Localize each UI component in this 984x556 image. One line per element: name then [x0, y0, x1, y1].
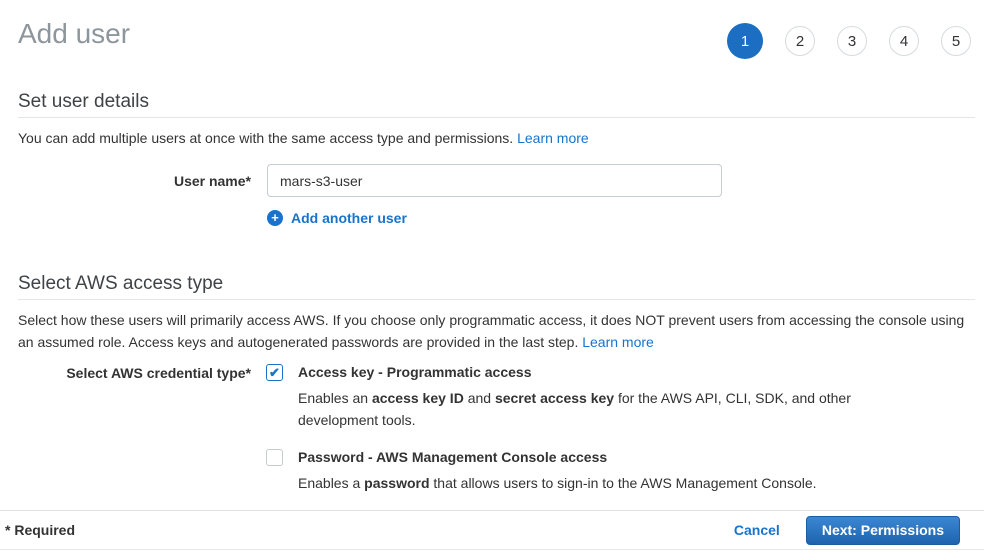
page-title: Add user: [18, 18, 130, 50]
password-option-title: Password - AWS Management Console access: [298, 449, 817, 466]
cancel-button[interactable]: Cancel: [734, 522, 780, 538]
plus-icon: +: [267, 210, 283, 226]
user-details-description: You can add multiple users at once with …: [18, 127, 975, 149]
desc-bold: password: [364, 475, 429, 491]
access-key-option-title: Access key - Programmatic access: [298, 364, 868, 381]
step-indicator-2: 2: [785, 26, 815, 56]
username-row: User name*: [18, 164, 975, 197]
section-divider: [18, 117, 975, 118]
desc-bold: secret access key: [495, 390, 614, 406]
select-access-type-section: Select AWS access type Select how these …: [18, 272, 975, 494]
learn-more-link-access-type[interactable]: Learn more: [582, 334, 654, 350]
required-note: * Required: [5, 522, 734, 538]
access-key-option-description: Enables an access key ID and secret acce…: [298, 387, 868, 431]
access-key-checkbox[interactable]: ✔: [266, 364, 283, 381]
desc-text: Enables an: [298, 390, 372, 406]
credential-type-row: Select AWS credential type* ✔ Access key…: [18, 364, 975, 494]
add-another-user-button[interactable]: + Add another user: [267, 210, 407, 226]
section-divider: [18, 299, 975, 300]
username-label: User name*: [18, 164, 251, 189]
desc-text: Enables a: [298, 475, 364, 491]
desc-text: that allows users to sign-in to the AWS …: [430, 475, 817, 491]
desc-bold: access key ID: [372, 390, 464, 406]
step-indicator-4: 4: [889, 26, 919, 56]
learn-more-link-user-details[interactable]: Learn more: [517, 130, 589, 146]
password-option-body: Password - AWS Management Console access…: [298, 449, 817, 494]
step-indicator-5: 5: [941, 26, 971, 56]
step-indicator-3: 3: [837, 26, 867, 56]
desc-text: and: [464, 390, 495, 406]
access-type-description: Select how these users will primarily ac…: [18, 309, 975, 353]
user-details-description-text: You can add multiple users at once with …: [18, 130, 513, 146]
password-option: Password - AWS Management Console access…: [251, 449, 868, 494]
password-option-description: Enables a password that allows users to …: [298, 472, 817, 494]
username-input[interactable]: [267, 164, 722, 197]
checkmark-icon: ✔: [269, 366, 280, 379]
step-indicator-1: 1: [727, 23, 763, 59]
section-heading-user-details: Set user details: [18, 90, 975, 113]
wizard-footer: * Required Cancel Next: Permissions: [0, 510, 984, 550]
access-key-option: ✔ Access key - Programmatic access Enabl…: [251, 364, 868, 431]
access-key-option-body: Access key - Programmatic access Enables…: [298, 364, 868, 431]
next-permissions-button[interactable]: Next: Permissions: [806, 516, 960, 545]
password-checkbox[interactable]: [266, 449, 283, 466]
credential-type-label: Select AWS credential type*: [18, 364, 251, 381]
section-heading-access-type: Select AWS access type: [18, 272, 975, 295]
set-user-details-section: Set user details You can add multiple us…: [18, 90, 975, 227]
wizard-steps: 1 2 3 4 5: [727, 23, 971, 59]
add-another-user-label: Add another user: [291, 210, 407, 226]
access-type-description-text: Select how these users will primarily ac…: [18, 312, 964, 350]
